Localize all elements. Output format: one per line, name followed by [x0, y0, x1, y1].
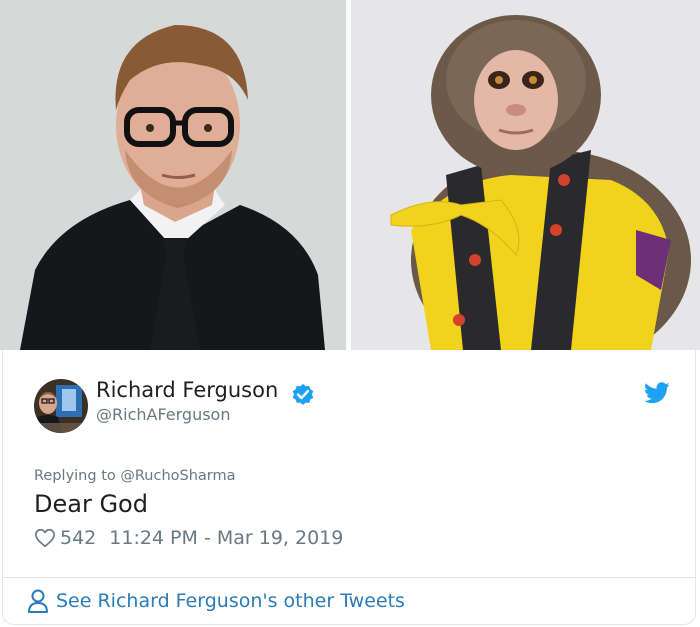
user-outline-icon [27, 588, 49, 614]
tweet-meta: 542 11:24 PM - Mar 19, 2019 [34, 527, 343, 549]
replying-handle-link[interactable]: @RuchoSharma [120, 468, 235, 484]
tweet-timestamp[interactable]: 11:24 PM - Mar 19, 2019 [109, 527, 343, 549]
image-grid [0, 0, 700, 350]
tweet-card: Richard Ferguson @RichAFerguson Replying… [2, 350, 696, 625]
other-tweets-link[interactable]: See Richard Ferguson's other Tweets [27, 588, 405, 614]
avatar[interactable] [34, 379, 88, 433]
replying-prefix: Replying to [34, 468, 116, 484]
monkey-portrait-photo[interactable] [351, 0, 700, 350]
author-handle[interactable]: @RichAFerguson [96, 405, 230, 424]
like-count[interactable]: 542 [60, 527, 96, 549]
author-name[interactable]: Richard Ferguson [96, 378, 278, 402]
man-portrait-photo[interactable] [0, 0, 346, 350]
other-tweets-label[interactable]: See Richard Ferguson's other Tweets [56, 590, 405, 612]
verified-badge-icon [291, 383, 315, 407]
tweet-text: Dear God [34, 490, 148, 518]
twitter-bird-icon[interactable] [644, 381, 670, 405]
replying-to: Replying to @RuchoSharma [34, 468, 236, 484]
heart-icon[interactable] [34, 527, 56, 549]
divider [3, 577, 695, 578]
